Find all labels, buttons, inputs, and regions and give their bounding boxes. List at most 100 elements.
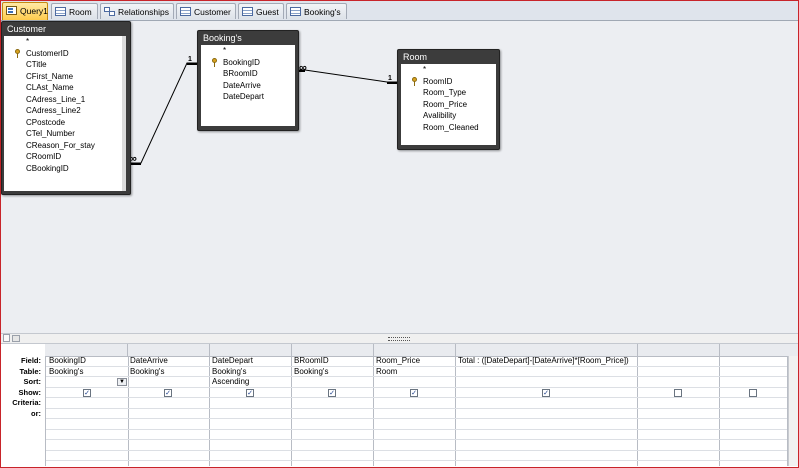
field-item[interactable]: CustomerID — [4, 48, 126, 60]
or-cell[interactable] — [127, 430, 209, 440]
or-cell[interactable] — [127, 440, 209, 451]
or-cell[interactable] — [455, 409, 637, 419]
scroll-left-button[interactable] — [3, 334, 10, 342]
table-cell[interactable]: Booking's — [209, 367, 291, 377]
column-selector[interactable] — [127, 344, 210, 356]
sort-cell[interactable] — [373, 377, 455, 388]
or-cell[interactable] — [291, 451, 373, 461]
or-cell[interactable] — [373, 440, 455, 451]
column-selector[interactable] — [373, 344, 456, 356]
scroll-thumb[interactable] — [12, 335, 20, 342]
sort-cell[interactable] — [719, 377, 787, 388]
or-cell[interactable] — [209, 419, 291, 430]
field-item[interactable]: * — [201, 45, 295, 57]
criteria-cell[interactable] — [127, 398, 209, 409]
or-cell[interactable] — [637, 430, 719, 440]
tab-guest[interactable]: Guest — [238, 3, 284, 19]
show-checkbox[interactable] — [749, 388, 757, 397]
field-item[interactable]: Avalibility — [401, 110, 496, 122]
or-cell[interactable] — [637, 409, 719, 419]
field-item[interactable]: CFirst_Name — [4, 71, 126, 83]
query-design-pane[interactable]: 1 ∞ ∞ 1 Customer * CustomerID CTitle CFi… — [1, 21, 798, 333]
pane-splitter-grip[interactable] — [388, 337, 410, 341]
field-item[interactable]: * — [4, 36, 126, 48]
or-cell[interactable] — [637, 440, 719, 451]
or-cell[interactable] — [455, 419, 637, 430]
show-checkbox[interactable]: ✓ — [542, 388, 550, 397]
field-cell[interactable]: Total : ([DateDepart]-[DateArrive]*[Room… — [455, 356, 637, 367]
or-cell[interactable] — [209, 430, 291, 440]
or-cell[interactable] — [46, 419, 128, 430]
dropdown-arrow-icon[interactable]: ▼ — [117, 378, 127, 386]
room-table-title[interactable]: Room — [398, 50, 499, 64]
or-cell[interactable] — [455, 440, 637, 451]
or-cell[interactable] — [719, 430, 787, 440]
field-item[interactable]: BookingID — [201, 57, 295, 69]
or-cell[interactable] — [46, 451, 128, 461]
sort-cell[interactable] — [291, 377, 373, 388]
column-selector[interactable] — [637, 344, 720, 356]
table-cell[interactable] — [637, 367, 719, 377]
field-item[interactable]: BRoomID — [201, 68, 295, 80]
field-item[interactable]: CRoomID — [4, 151, 126, 163]
field-item[interactable]: DateArrive — [201, 80, 295, 92]
criteria-cell[interactable] — [637, 398, 719, 409]
table-cell[interactable] — [719, 367, 787, 377]
field-cell[interactable]: Room_Price — [373, 356, 455, 367]
show-checkbox[interactable]: ✓ — [410, 388, 418, 397]
tab-customer[interactable]: Customer — [176, 3, 236, 19]
or-cell[interactable] — [719, 451, 787, 461]
criteria-cell[interactable] — [373, 398, 455, 409]
bookings-table-title[interactable]: Booking's — [198, 31, 298, 45]
show-checkbox[interactable]: ✓ — [328, 388, 336, 397]
field-item[interactable]: CLAst_Name — [4, 82, 126, 94]
field-item[interactable]: CAdress_Line_1 — [4, 94, 126, 106]
or-cell[interactable] — [637, 419, 719, 430]
or-cell[interactable] — [373, 419, 455, 430]
show-checkbox[interactable]: ✓ — [83, 388, 91, 397]
field-list-scrollbar[interactable] — [122, 36, 126, 191]
or-cell[interactable] — [127, 419, 209, 430]
field-item[interactable]: CTitle — [4, 59, 126, 71]
sort-cell[interactable]: ▼ — [46, 377, 128, 388]
tab-relationships[interactable]: Relationships — [100, 3, 174, 19]
room-table-box[interactable]: Room * RoomID Room_Type Room_Price Avali… — [397, 49, 500, 150]
show-checkbox[interactable]: ✓ — [164, 388, 172, 397]
criteria-cell[interactable] — [455, 398, 637, 409]
criteria-cell[interactable] — [291, 398, 373, 409]
field-cell[interactable] — [719, 356, 787, 367]
field-cell[interactable]: BookingID — [46, 356, 128, 367]
criteria-cell[interactable] — [46, 398, 128, 409]
field-item[interactable]: * — [401, 64, 496, 76]
or-cell[interactable] — [719, 419, 787, 430]
field-item[interactable]: Room_Price — [401, 99, 496, 111]
or-cell[interactable] — [373, 430, 455, 440]
table-cell[interactable]: Booking's — [127, 367, 209, 377]
field-item[interactable]: DateDepart — [201, 91, 295, 103]
or-cell[interactable] — [209, 409, 291, 419]
table-cell[interactable]: Room — [373, 367, 455, 377]
sort-cell[interactable] — [455, 377, 637, 388]
column-selector[interactable] — [45, 344, 128, 356]
or-cell[interactable] — [373, 409, 455, 419]
field-cell[interactable]: BRoomID — [291, 356, 373, 367]
table-cell[interactable] — [455, 367, 637, 377]
show-checkbox[interactable] — [674, 388, 682, 397]
or-cell[interactable] — [373, 451, 455, 461]
criteria-cell[interactable] — [719, 398, 787, 409]
column-selector[interactable] — [209, 344, 292, 356]
or-cell[interactable] — [46, 440, 128, 451]
or-cell[interactable] — [46, 430, 128, 440]
field-item[interactable]: CBookingID — [4, 163, 126, 175]
column-selector[interactable] — [291, 344, 374, 356]
or-cell[interactable] — [637, 451, 719, 461]
or-cell[interactable] — [291, 440, 373, 451]
table-cell[interactable]: Booking's — [291, 367, 373, 377]
or-cell[interactable] — [46, 409, 128, 419]
tab-bookings[interactable]: Booking's — [286, 3, 347, 19]
customer-table-title[interactable]: Customer — [2, 22, 130, 36]
or-cell[interactable] — [291, 409, 373, 419]
bookings-table-box[interactable]: Booking's * BookingID BRoomID DateArrive… — [197, 30, 299, 131]
or-cell[interactable] — [455, 451, 637, 461]
field-item[interactable]: CTel_Number — [4, 128, 126, 140]
